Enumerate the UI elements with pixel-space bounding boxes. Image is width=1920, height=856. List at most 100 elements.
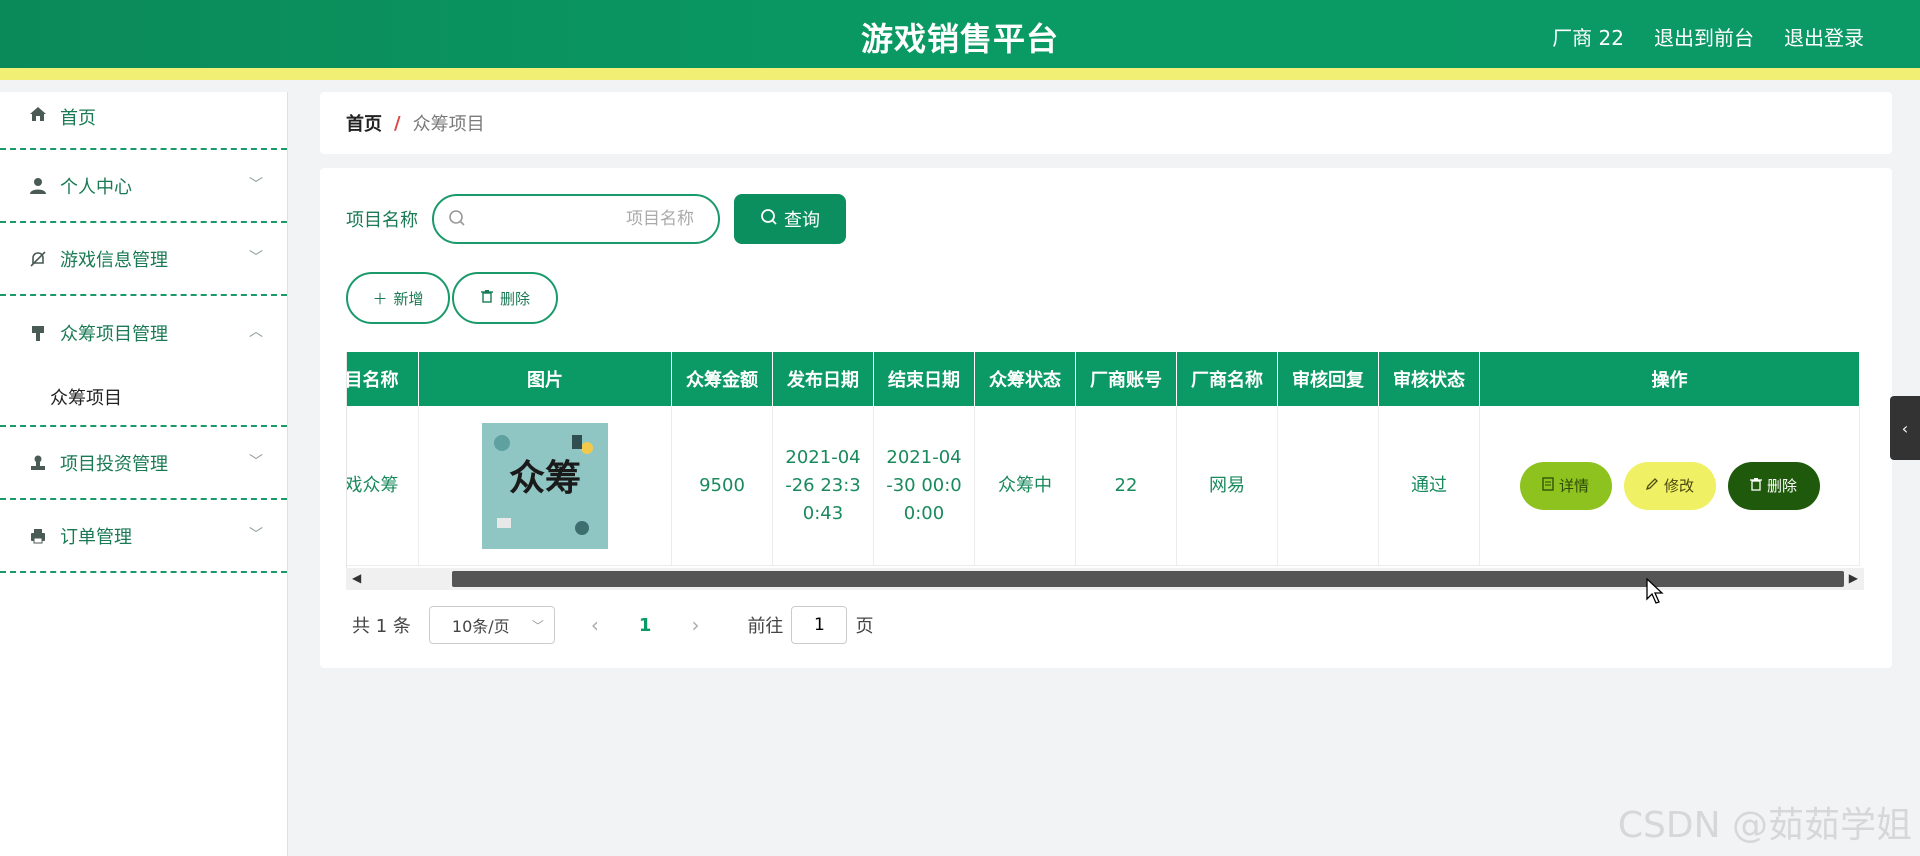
col-header-end-date[interactable]: 结束日期 [874,352,975,406]
table-row[interactable]: 游戏众筹 众筹 9500 2021-04-26 23:30:43 2021-04 [347,406,1860,566]
delete-button[interactable]: 删除 [1727,461,1820,510]
page-size-value: 10条/页 [451,617,510,636]
next-page-icon[interactable]: › [691,613,699,637]
search-label: 项目名称 [346,210,418,231]
breadcrumb-separator: / [394,112,401,134]
project-name-search-input[interactable] [474,204,704,234]
batch-delete-button[interactable]: 删除 [452,272,558,324]
col-header-vendor-name[interactable]: 厂商名称 [1177,352,1278,406]
page-suffix: 页 [855,616,874,637]
sidebar-item-label: 首页 [60,108,96,129]
chevron-left-icon: ‹ [1901,418,1909,438]
thumbnail-text: 众筹 [508,457,581,499]
header-links: 厂商 22 退出到前台 退出登录 [1552,22,1864,51]
prev-page-icon[interactable]: ‹ [591,613,599,637]
cell-publish-date: 2021-04-26 23:30:43 [773,406,874,566]
query-button[interactable]: 查询 [734,194,846,244]
sidebar-item-home[interactable]: 首页 [0,92,287,150]
sidebar: 首页 个人中心 ﹀ 游戏信息管理 ﹀ 众筹项目管理 ︿ 众筹项目 项目投资管理 … [0,92,288,856]
home-icon [28,104,48,124]
delete-button-label: 删除 [1766,476,1797,495]
cell-amount: 9500 [672,406,773,566]
chevron-down-icon: ﹀ [249,453,263,470]
sidebar-item-label: 众筹项目管理 [60,323,168,345]
user-icon [28,176,48,196]
pencil-icon [1645,472,1659,500]
search-box [432,194,720,244]
action-buttons: ＋ 新增 删除 [346,272,558,324]
batch-delete-label: 删除 [499,289,530,308]
cell-vendor-account: 22 [1076,406,1177,566]
col-header-review-status[interactable]: 审核状态 [1379,352,1480,406]
col-header-image[interactable]: 图片 [419,352,672,406]
cell-status: 众筹中 [975,406,1076,566]
goto-label: 前往 [747,616,784,637]
scroll-right-icon[interactable]: ▶ [1849,571,1858,585]
plus-icon: ＋ [372,289,388,308]
header-accent-bar [0,68,1920,80]
col-header-amount[interactable]: 众筹金额 [672,352,773,406]
col-header-operations[interactable]: 操作 [1480,352,1860,406]
sidebar-subitem-crowdfunding-projects[interactable]: 众筹项目 [0,369,287,425]
col-header-vendor-account[interactable]: 厂商账号 [1076,352,1177,406]
sidebar-item-game-info[interactable]: 游戏信息管理 ﹀ [0,223,287,296]
mouse-cursor-icon [1646,577,1664,608]
chevron-up-icon: ︿ [249,323,263,340]
trash-icon [1749,472,1762,500]
sidebar-item-label: 游戏信息管理 [60,249,168,271]
pagination: 共 1 条 10条/页 ﹀ ‹ 1 › 前往 页 [352,606,873,644]
edit-button[interactable]: 修改 [1623,461,1716,510]
chevron-down-icon: ﹀ [249,249,263,266]
data-table: 项目名称 图片 众筹金额 发布日期 结束日期 众筹状态 厂商账号 厂商名称 审核… [346,352,1864,570]
col-header-status[interactable]: 众筹状态 [975,352,1076,406]
horizontal-scrollbar[interactable]: ◀ ▶ [346,568,1864,590]
breadcrumb-current: 众筹项目 [412,114,485,135]
page-size-select[interactable]: 10条/页 ﹀ [428,606,555,644]
search-icon [760,208,778,231]
stamp-icon [28,453,48,473]
detail-button[interactable]: 详情 [1519,461,1612,510]
bell-off-icon [28,249,48,269]
query-button-label: 查询 [784,210,820,231]
sidebar-item-label: 项目投资管理 [60,453,168,475]
goto-page-input[interactable] [791,606,848,644]
current-page[interactable]: 1 [639,615,652,636]
edit-button-label: 修改 [1663,476,1694,495]
scrollbar-thumb[interactable] [452,571,1844,587]
col-header-review-reply[interactable]: 审核回复 [1278,352,1379,406]
document-icon [1542,472,1554,500]
search-icon [448,209,466,231]
sidebar-item-personal-center[interactable]: 个人中心 ﹀ [0,150,287,223]
col-header-publish-date[interactable]: 发布日期 [773,352,874,406]
search-row: 项目名称 查询 [346,194,846,244]
brush-icon [28,323,48,343]
cell-vendor-name: 网易 [1177,406,1278,566]
cell-review-reply [1278,406,1379,566]
sidebar-item-label: 个人中心 [60,176,132,198]
sidebar-item-crowdfunding-mgmt[interactable]: 众筹项目管理 ︿ [0,296,287,369]
breadcrumb-home[interactable]: 首页 [346,110,382,136]
col-header-project-name[interactable]: 项目名称 [347,352,419,406]
trash-icon [480,289,494,307]
collapse-panel-toggle[interactable]: ‹ [1890,396,1920,460]
sidebar-item-order-mgmt[interactable]: 订单管理 ﹀ [0,500,287,573]
cell-review-status: 通过 [1379,406,1480,566]
chevron-down-icon: ﹀ [249,526,263,543]
project-thumbnail[interactable]: 众筹 [482,422,608,549]
sidebar-item-label: 订单管理 [60,526,132,548]
table-header-row: 项目名称 图片 众筹金额 发布日期 结束日期 众筹状态 厂商账号 厂商名称 审核… [347,352,1860,406]
logout-link[interactable]: 退出登录 [1784,22,1864,51]
back-to-frontend-link[interactable]: 退出到前台 [1654,22,1754,51]
sidebar-group-crowdfunding: 众筹项目管理 ︿ 众筹项目 [0,296,287,427]
sidebar-item-investment-mgmt[interactable]: 项目投资管理 ﹀ [0,427,287,500]
top-header: 游戏销售平台 厂商 22 退出到前台 退出登录 [0,0,1920,80]
total-count: 共 1 条 [352,616,411,637]
vendor-user-link[interactable]: 厂商 22 [1552,22,1624,51]
detail-button-label: 详情 [1558,476,1589,495]
add-button[interactable]: ＋ 新增 [346,272,450,324]
cell-operations: 详情 修改 删除 [1480,406,1860,566]
printer-icon [28,526,48,546]
scroll-left-icon[interactable]: ◀ [352,571,361,585]
chevron-down-icon: ﹀ [531,619,544,633]
chevron-down-icon: ﹀ [249,176,263,193]
